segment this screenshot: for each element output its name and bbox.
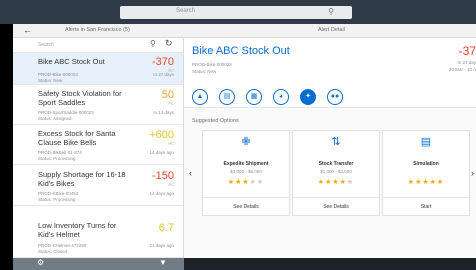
refresh-icon[interactable]: ↻ bbox=[165, 38, 173, 49]
item-time: 21 days ago bbox=[149, 243, 174, 248]
detail-tab-bar: ▲ ▤ ▦ ◕ ✦ ●● bbox=[184, 86, 476, 108]
start-button[interactable]: Start bbox=[383, 197, 469, 215]
item-unit: PC bbox=[168, 182, 174, 187]
shell-bar: Search ⚲ bbox=[0, 0, 476, 24]
star-rating: ★★★★★ bbox=[407, 179, 445, 186]
global-search-input[interactable]: Search ⚲ bbox=[120, 6, 352, 19]
item-title: Supply Shortage for 16-18 Kid's Bikes bbox=[38, 170, 126, 188]
detail-due: In 27 day bbox=[457, 60, 476, 65]
detail-date-range: 20 Mar - 10 A bbox=[448, 67, 476, 72]
item-value: +600 bbox=[149, 129, 174, 141]
card-title: Simulation bbox=[413, 161, 439, 167]
list-item[interactable]: Excess Stock for Santa Clause Bike Bells… bbox=[13, 125, 183, 165]
star-rating: ★★★★★ bbox=[227, 179, 265, 186]
item-status: Status: Processing bbox=[38, 156, 76, 161]
list-footer-toolbar: ⚙ ▼ bbox=[13, 258, 184, 270]
item-status: Status: Assigned bbox=[38, 116, 72, 121]
item-value: -370 bbox=[151, 56, 174, 68]
tab-list-icon[interactable]: ▤ bbox=[219, 89, 235, 105]
tab-options-icon[interactable]: ✦ bbox=[300, 89, 316, 105]
search-icon[interactable]: ⚲ bbox=[150, 39, 156, 48]
item-value: 6.7 bbox=[158, 222, 174, 234]
tab-alert-icon[interactable]: ▲ bbox=[192, 89, 208, 105]
list-search-input[interactable]: Search ⚲ ↻ bbox=[13, 38, 183, 53]
list-item[interactable]: Low Inventory Turns for Kid's Helmet 6.7… bbox=[13, 206, 183, 258]
chevron-right-icon[interactable]: › bbox=[471, 168, 474, 178]
see-details-button[interactable]: See Details bbox=[203, 197, 289, 215]
simulation-icon: ▤ bbox=[420, 136, 432, 148]
detail-title: Alert Detail bbox=[318, 27, 345, 33]
search-icon[interactable]: ⚲ bbox=[328, 7, 334, 17]
truck-icon: ✙ bbox=[241, 136, 251, 148]
item-status: Status: Closed bbox=[38, 249, 68, 254]
item-title: Excess Stock for Santa Clause Bike Bells bbox=[38, 129, 116, 147]
item-title: Safety Stock Violation for Sport Saddles bbox=[38, 89, 122, 107]
item-title: Bike ABC Stock Out bbox=[38, 57, 105, 66]
option-card[interactable]: ▤ Simulation ★★★★★ Start bbox=[382, 130, 470, 216]
item-value: -150 bbox=[151, 170, 174, 182]
tab-gauge-icon[interactable]: ◕ bbox=[273, 89, 289, 105]
item-time: In 14 days bbox=[153, 110, 174, 115]
item-status: Status: Processing bbox=[38, 197, 76, 202]
option-card[interactable]: ✙ Expedite Shipment $3,000 - $5,000 ★★★★… bbox=[202, 130, 290, 216]
detail-object-id: PROD-Bike-000023 bbox=[192, 62, 232, 67]
item-title: Low Inventory Turns for Kid's Helmet bbox=[38, 221, 117, 239]
item-time: In 27 days bbox=[153, 72, 174, 77]
detail-status: Status: New bbox=[192, 69, 217, 74]
item-unit: PC bbox=[168, 141, 174, 146]
back-arrow-icon[interactable]: ← bbox=[23, 25, 32, 35]
page-subheader: ← Alerts in San Francisco (5) Alert Deta… bbox=[13, 24, 476, 38]
alert-detail-panel: Bike ABC Stock Out PROD-Bike-000023 Stat… bbox=[184, 38, 476, 258]
detail-footer bbox=[184, 258, 476, 270]
alert-list: Search ⚲ ↻ Bike ABC Stock Out -370 PC PR… bbox=[13, 38, 184, 258]
star-rating: ★★★★★ bbox=[317, 179, 355, 186]
item-status: Status: New bbox=[38, 78, 63, 83]
filter-icon[interactable]: ▼ bbox=[159, 258, 167, 267]
list-item[interactable]: Safety Stock Violation for Sport Saddles… bbox=[13, 85, 183, 125]
detail-header: Bike ABC Stock Out PROD-Bike-000023 Stat… bbox=[184, 38, 476, 86]
gear-icon[interactable]: ⚙ bbox=[37, 258, 44, 267]
chevron-left-icon[interactable]: ‹ bbox=[189, 168, 192, 178]
search-placeholder: Search bbox=[176, 8, 196, 14]
see-details-button[interactable]: See Details bbox=[293, 197, 379, 215]
detail-object-title: Bike ABC Stock Out bbox=[192, 45, 290, 57]
detail-value: -37 bbox=[458, 44, 476, 58]
list-item[interactable]: Bike ABC Stock Out -370 PC PROD-Bike-000… bbox=[13, 53, 183, 85]
tab-people-icon[interactable]: ●● bbox=[327, 89, 343, 105]
card-cost-range: $1,000 - $3,500 bbox=[320, 169, 352, 174]
tab-chart-icon[interactable]: ▦ bbox=[246, 89, 262, 105]
item-time: 14 days ago bbox=[149, 150, 174, 155]
list-item[interactable]: Supply Shortage for 16-18 Kid's Bikes -1… bbox=[13, 165, 183, 206]
card-cost-range: $3,000 - $5,000 bbox=[230, 169, 262, 174]
section-title: Suggested Options bbox=[192, 118, 239, 124]
option-card[interactable]: ⇅ Stock Transfer $1,000 - $3,500 ★★★★★ S… bbox=[292, 130, 380, 216]
item-time: 14 days ago bbox=[149, 191, 174, 196]
list-search-label: Search bbox=[38, 42, 54, 48]
item-value: 50 bbox=[161, 89, 174, 101]
card-title: Stock Transfer bbox=[318, 161, 354, 167]
list-title: Alerts in San Francisco (5) bbox=[65, 27, 130, 33]
card-title: Expedite Shipment bbox=[223, 161, 269, 167]
item-unit: PC bbox=[168, 101, 174, 106]
transfer-icon: ⇅ bbox=[331, 136, 341, 148]
